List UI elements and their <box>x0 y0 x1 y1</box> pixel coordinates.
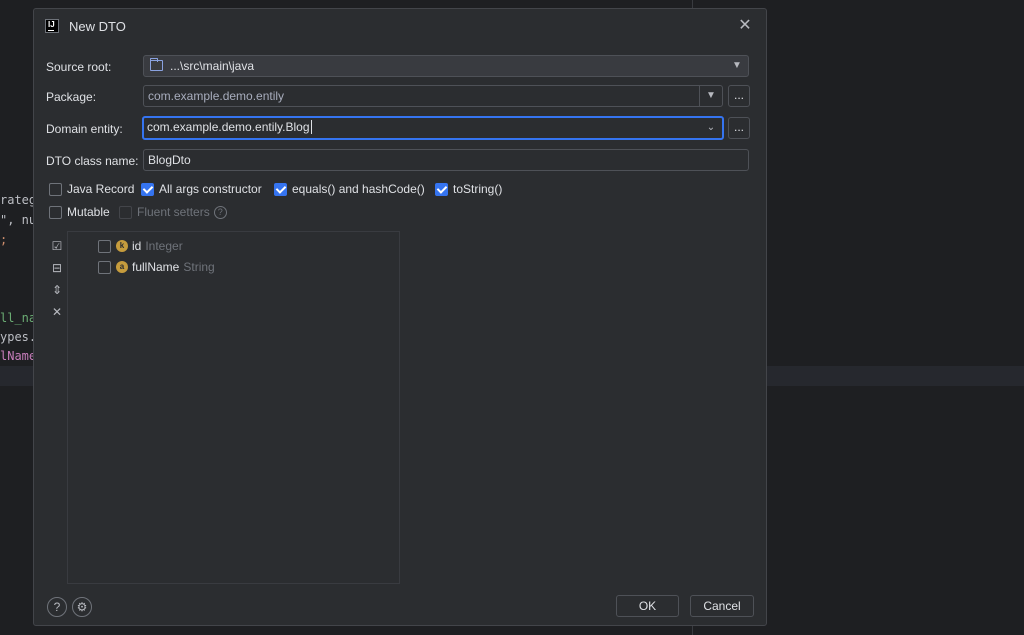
dialog-title: New DTO <box>69 19 126 34</box>
to-string-checkbox[interactable] <box>435 182 448 196</box>
gear-icon[interactable]: ⚙ <box>72 597 92 617</box>
all-args-constructor-label: All args constructor <box>159 182 262 196</box>
java-record-option[interactable]: Java Record <box>49 182 134 196</box>
code-fragment: ll_na <box>0 311 37 325</box>
members-tree[interactable]: k id Integer a fullName String <box>67 231 400 584</box>
chevron-down-icon[interactable]: ▼ <box>702 87 720 105</box>
dto-class-name-input[interactable]: BlogDto <box>143 149 749 171</box>
member-name: fullName <box>132 260 180 274</box>
member-type: String <box>183 260 215 274</box>
code-fragment: ; <box>0 233 8 247</box>
tree-row-id[interactable]: k id Integer <box>98 237 183 255</box>
all-args-constructor-checkbox[interactable] <box>141 182 154 196</box>
code-fragment: ypes. <box>0 330 37 344</box>
fluent-setters-option: Fluent setters ? <box>119 205 227 219</box>
source-root-label: Source root: <box>46 60 112 74</box>
java-record-label: Java Record <box>67 182 135 196</box>
chevron-down-icon[interactable]: ⌄ <box>702 119 720 137</box>
domain-entity-value: com.example.demo.entily.Blog <box>147 120 310 134</box>
divider <box>699 86 700 106</box>
check-all-icon[interactable]: ☑ <box>47 235 67 257</box>
cancel-button[interactable]: Cancel <box>690 595 754 617</box>
close-icon[interactable]: ✕ <box>736 17 754 35</box>
intellij-logo-icon: IJ <box>45 19 59 33</box>
to-string-option[interactable]: toString() <box>435 182 502 196</box>
equals-hashcode-label: equals() and hashCode() <box>292 182 425 196</box>
chevron-down-icon[interactable]: ▼ <box>728 57 746 75</box>
tree-toolbar: ☑ ⊟ ⇕ ✕ <box>47 235 67 323</box>
package-label: Package: <box>46 90 97 104</box>
member-checkbox[interactable] <box>98 239 111 253</box>
field-icon: a <box>116 261 128 273</box>
source-root-combobox[interactable]: ...\src\main\java ▼ <box>143 55 749 77</box>
code-fragment: ", nu <box>0 213 37 227</box>
new-dto-dialog: IJ New DTO ✕ Source root: ...\src\main\j… <box>33 8 767 626</box>
java-record-checkbox[interactable] <box>49 182 62 196</box>
text-caret <box>310 120 312 134</box>
domain-entity-combobox[interactable]: com.example.demo.entily.Blog ⌄ <box>142 116 724 140</box>
ok-button[interactable]: OK <box>616 595 679 617</box>
mutable-checkbox[interactable] <box>49 205 62 219</box>
expand-all-icon[interactable]: ⇕ <box>47 279 67 301</box>
folder-icon <box>150 58 163 71</box>
to-string-label: toString() <box>453 182 503 196</box>
package-combobox[interactable]: com.example.demo.entily ▼ <box>143 85 723 107</box>
package-browse-button[interactable]: ... <box>728 85 750 107</box>
help-button[interactable]: ? <box>47 597 67 617</box>
all-args-constructor-option[interactable]: All args constructor <box>141 182 262 196</box>
member-name: id <box>132 239 142 253</box>
code-fragment: lName <box>0 349 37 363</box>
key-field-icon: k <box>116 240 128 252</box>
member-type: Integer <box>145 239 183 253</box>
dto-class-name-label: DTO class name: <box>46 154 139 168</box>
tree-row-fullname[interactable]: a fullName String <box>98 258 215 276</box>
domain-entity-label: Domain entity: <box>46 122 123 136</box>
code-fragment: rateg <box>0 193 37 207</box>
mutable-option[interactable]: Mutable <box>49 205 110 219</box>
collapse-icon[interactable]: ⊟ <box>47 257 67 279</box>
title-bar: IJ New DTO ✕ <box>34 9 766 43</box>
domain-entity-browse-button[interactable]: ... <box>728 117 750 139</box>
package-value: com.example.demo.entily <box>148 89 285 103</box>
equals-hashcode-checkbox[interactable] <box>274 182 287 196</box>
member-checkbox[interactable] <box>98 260 111 274</box>
collapse-all-icon[interactable]: ✕ <box>47 301 67 323</box>
mutable-label: Mutable <box>67 205 110 219</box>
help-icon[interactable]: ? <box>213 205 227 219</box>
equals-hashcode-option[interactable]: equals() and hashCode() <box>274 182 425 196</box>
source-root-value: ...\src\main\java <box>170 59 255 73</box>
fluent-setters-label: Fluent setters <box>137 205 210 219</box>
fluent-setters-checkbox <box>119 205 132 219</box>
